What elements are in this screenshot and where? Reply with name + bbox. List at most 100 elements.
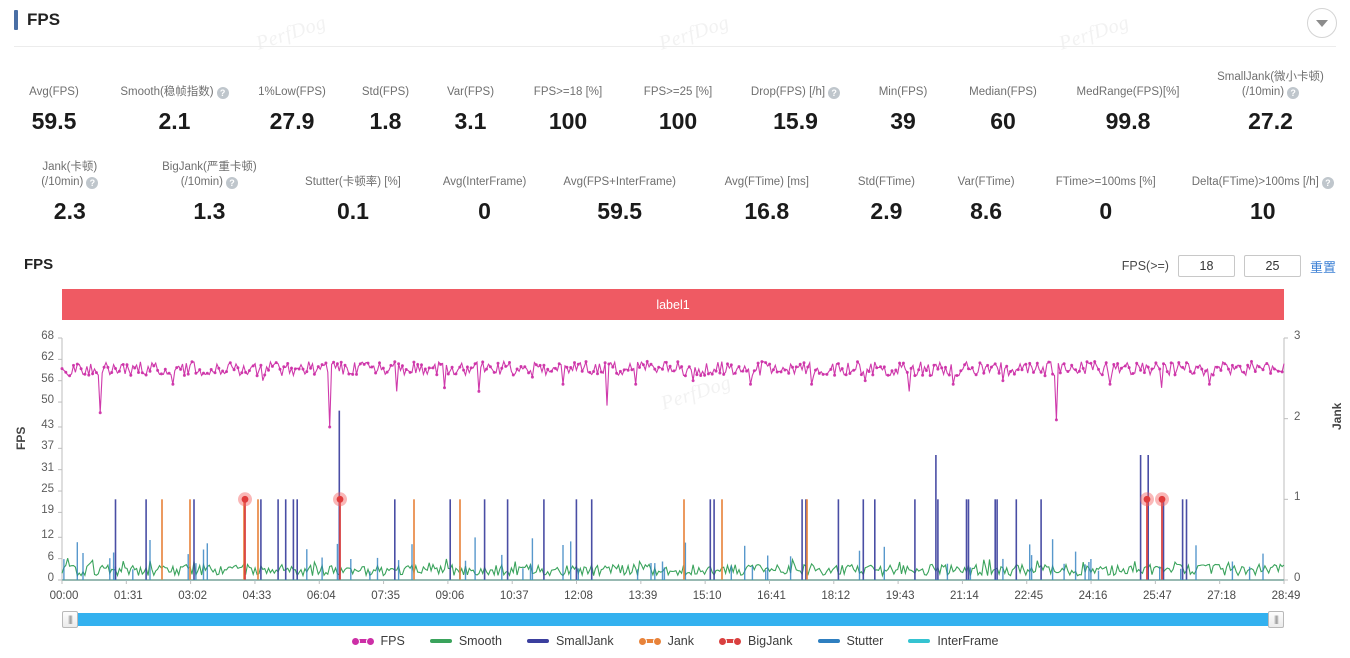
metric-11: SmallJank(微小卡顿)(/10min)? 27.2 [1198,70,1343,134]
metric-7: Drop(FPS) [/h]?15.9 [733,85,858,134]
metric-label: Avg(FPS+InterFrame) [563,175,676,190]
help-icon[interactable]: ? [1322,177,1334,189]
fps-chart[interactable] [0,326,1350,588]
legend-item-smalljank[interactable]: SmallJank [527,634,614,648]
metric-6: FPS>=25 [%]100 [623,85,733,134]
y-tick: 50 [24,394,54,406]
metric-value: 0.1 [337,198,369,224]
x-tick: 10:37 [494,590,534,602]
help-icon[interactable]: ? [226,177,238,189]
legend-label: InterFrame [937,634,998,648]
metric-0: Avg(FPS)59.5 [0,85,108,134]
metric-label: Stutter(卡顿率) [%] [305,175,401,190]
metric-value: 8.6 [970,198,1002,224]
x-tick: 09:06 [430,590,470,602]
metric-value: 27.2 [1248,108,1293,134]
y2-tick: 0 [1294,572,1300,584]
collapse-panel-button[interactable] [1307,8,1337,38]
chart-header: FPS FPS(>=) 重置 [0,252,1350,286]
help-icon[interactable]: ? [217,87,229,99]
x-tick: 22:45 [1009,590,1049,602]
slider-track[interactable] [62,613,1284,626]
legend-item-stutter[interactable]: Stutter [818,634,884,648]
metrics-summary-2: Jank(卡顿)(/10min)?2.3BigJank(严重卡顿)(/10min… [0,160,1350,224]
metric-label: Jank(卡顿)(/10min)? [41,160,98,190]
y-tick: 0 [24,572,54,584]
metrics-summary: Avg(FPS)59.5Smooth(稳帧指数)?2.11%Low(FPS)27… [0,70,1350,134]
metric-label: Avg(InterFrame) [443,175,527,190]
metric-value: 60 [990,108,1016,134]
metric-value: 100 [659,108,697,134]
chart-canvas[interactable] [0,326,1350,588]
chart-legend: FPS Smooth SmallJank Jank BigJank Stutter Inte… [0,634,1350,648]
legend-item-jank[interactable]: Jank [639,634,694,648]
y-tick: 31 [24,462,54,474]
x-tick: 03:02 [173,590,213,602]
metric-label: BigJank(严重卡顿)(/10min)? [162,160,257,190]
legend-swatch [430,639,452,643]
page-title: FPS [14,10,60,30]
x-tick: 12:08 [559,590,599,602]
metric-value: 2.1 [159,108,191,134]
metric-3: Std(FPS) 1.8 [343,85,428,134]
metrics-row-1: Avg(FPS)59.5Smooth(稳帧指数)?2.11%Low(FPS)27… [0,70,1350,134]
metric-label: Avg(FTime) [ms] [725,175,809,190]
x-tick: 13:39 [623,590,663,602]
y-tick: 6 [24,551,54,563]
metric-0: Jank(卡顿)(/10min)?2.3 [0,160,140,224]
legend-item-bigjank[interactable]: BigJank [719,634,792,648]
metric-label: FTime>=100ms [%] [1056,175,1156,190]
legend-swatch [639,639,661,643]
metric-value: 100 [549,108,587,134]
help-icon[interactable]: ? [86,177,98,189]
panel-header: FPS [0,0,1350,47]
time-range-slider[interactable]: ||| ||| [62,611,1284,628]
slider-handle-right[interactable]: ||| [1268,611,1284,628]
metric-value: 59.5 [32,108,77,134]
metric-label: SmallJank(微小卡顿)(/10min)? [1217,70,1324,100]
metrics-row-2: Jank(卡顿)(/10min)?2.3BigJank(严重卡顿)(/10min… [0,160,1350,224]
legend-label: Stutter [847,634,884,648]
metric-value: 1.3 [193,198,225,224]
fps-threshold-high-input[interactable] [1244,255,1301,277]
fps-filter-label: FPS(>=) [1122,259,1169,273]
metric-label: Drop(FPS) [/h]? [751,85,840,100]
metric-value: 2.9 [870,198,902,224]
metric-1: BigJank(严重卡顿)(/10min)? 1.3 [140,160,280,224]
metric-label: Delta(FTime)>100ms [/h]? [1192,175,1334,190]
y2-axis-title: Jank [1330,403,1344,430]
metric-value: 1.8 [370,108,402,134]
metric-label: Smooth(稳帧指数)? [120,85,228,100]
metric-1: Smooth(稳帧指数)? 2.1 [108,85,241,134]
metric-label: Var(FPS) [447,85,494,100]
y2-tick: 1 [1294,491,1300,503]
metric-label: FPS>=18 [%] [534,85,602,100]
scene-label-text: label1 [656,298,689,312]
y-tick: 12 [24,529,54,541]
x-tick: 07:35 [366,590,406,602]
reset-button[interactable]: 重置 [1310,257,1336,276]
help-icon[interactable]: ? [1287,87,1299,99]
x-tick: 06:04 [301,590,341,602]
legend-item-smooth[interactable]: Smooth [430,634,502,648]
help-icon[interactable]: ? [828,87,840,99]
slider-handle-left[interactable]: ||| [62,611,78,628]
legend-item-fps[interactable]: FPS [352,634,405,648]
metric-5: Avg(FTime) [ms]16.8 [697,175,837,224]
legend-label: FPS [381,634,405,648]
x-tick: 15:10 [687,590,727,602]
legend-label: Jank [668,634,694,648]
y2-tick: 3 [1294,330,1300,342]
legend-item-interframe[interactable]: InterFrame [908,634,998,648]
x-tick: 25:47 [1137,590,1177,602]
x-tick: 01:31 [108,590,148,602]
metric-label: Std(FPS) [362,85,409,100]
metric-2: Stutter(卡顿率) [%] 0.1 [279,175,427,224]
y-tick: 37 [24,440,54,452]
fps-threshold-low-input[interactable] [1178,255,1235,277]
scene-label-band[interactable]: label1 [62,289,1284,320]
legend-label: SmallJank [556,634,614,648]
metric-value: 0 [478,198,491,224]
legend-swatch [352,639,374,643]
grip-icon: ||| [68,615,72,624]
